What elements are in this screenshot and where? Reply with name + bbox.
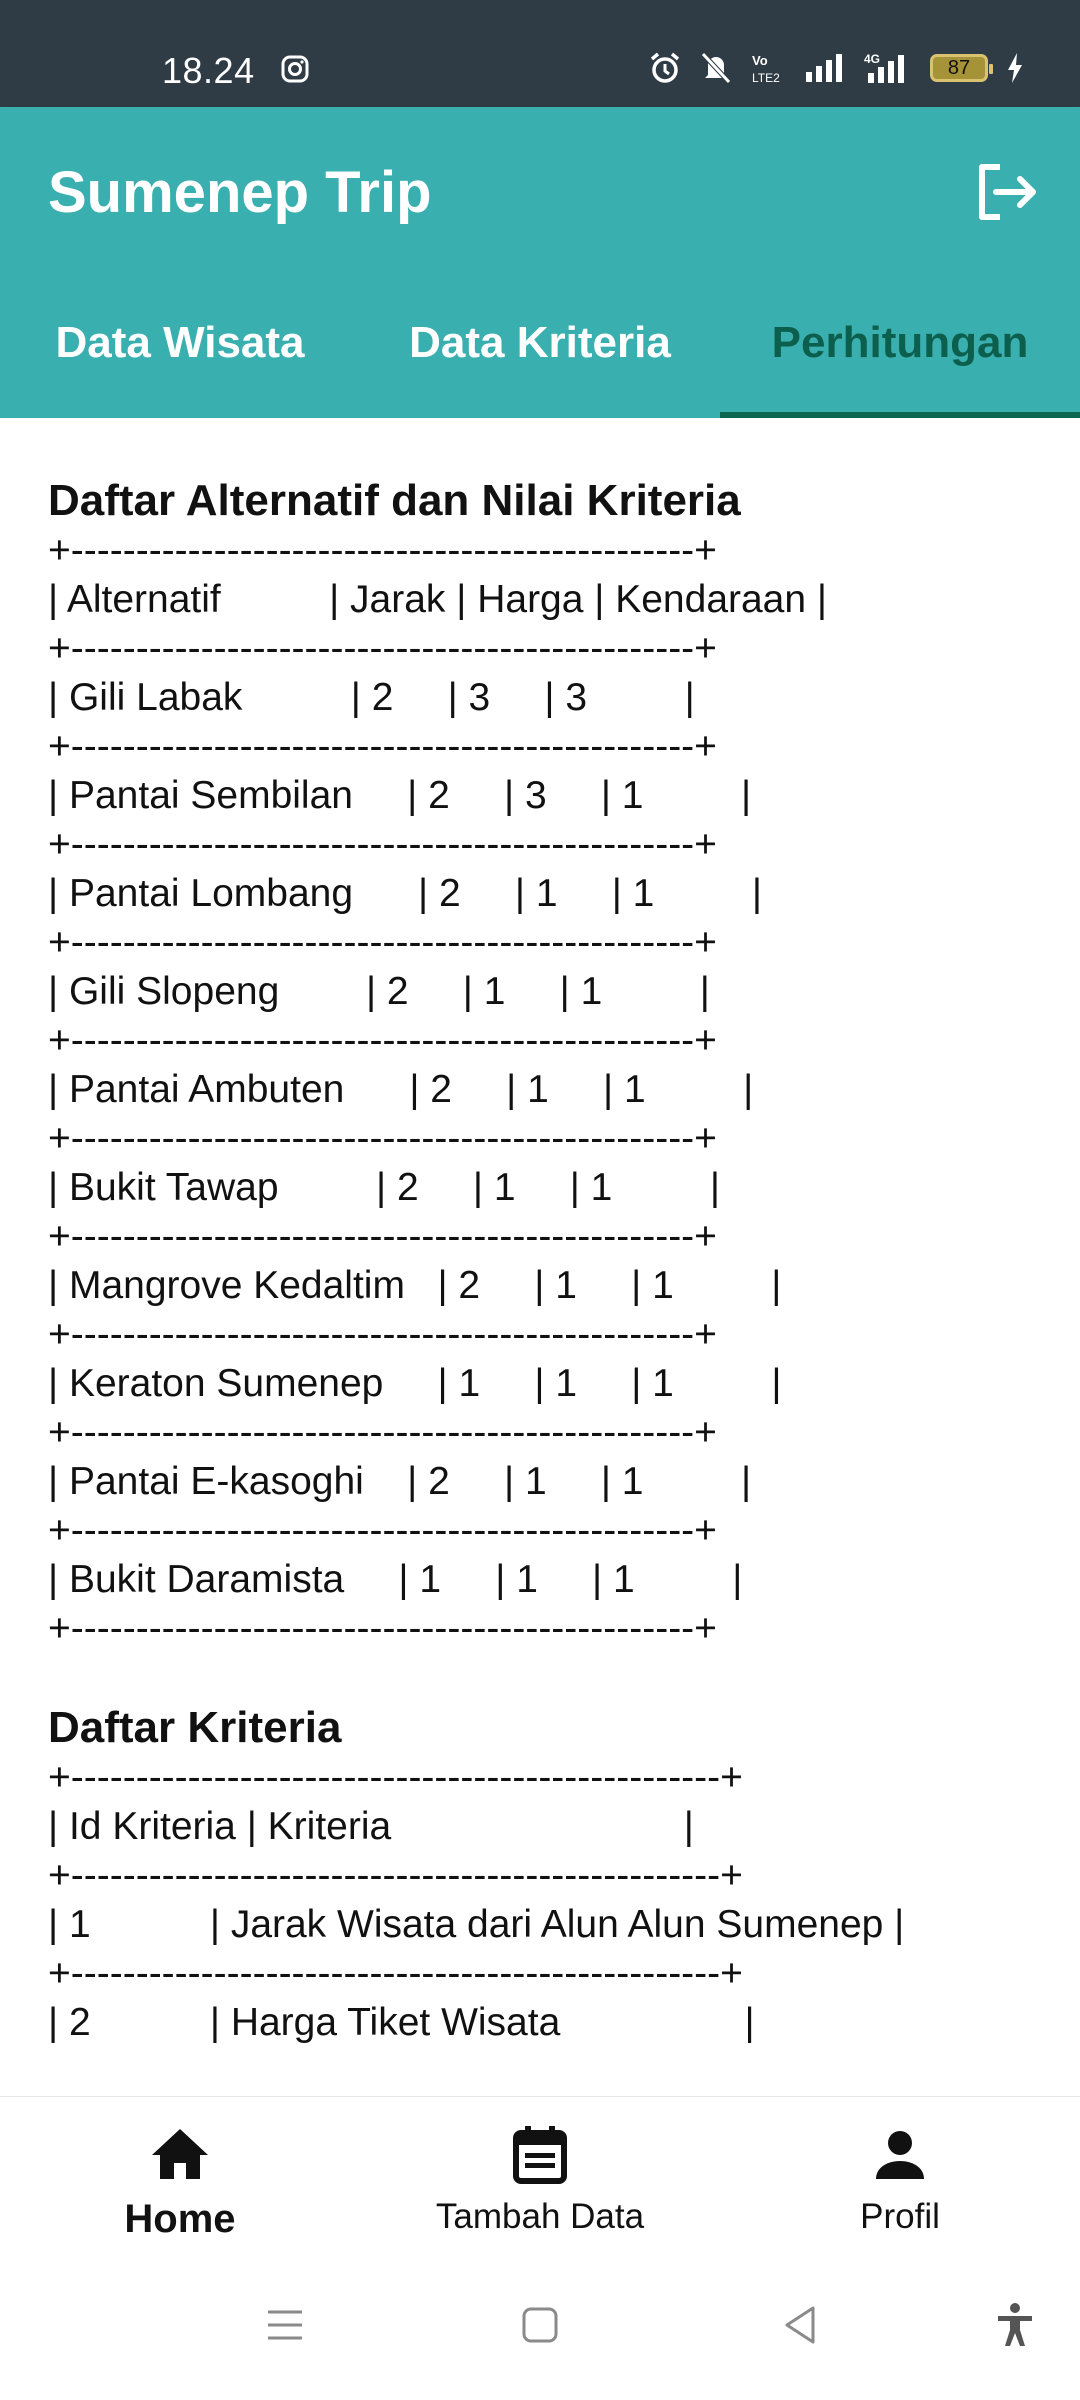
tab-data-wisata[interactable]: Data Wisata bbox=[0, 275, 360, 418]
status-icons: Vo LTE2 4G 87 bbox=[648, 48, 1024, 88]
table-row: | Pantai Ambuten | 2 | 1 | 1 | bbox=[48, 1068, 754, 1111]
app-bar: Sumenep Trip bbox=[0, 107, 1080, 275]
table-border-line: +---------------------------------------… bbox=[48, 1509, 717, 1552]
bottom-nav: Home Tambah Data Profil bbox=[0, 2096, 1080, 2257]
table-row: | Bukit Tawap | 2 | 1 | 1 | bbox=[48, 1166, 721, 1209]
tab-perhitungan[interactable]: Perhitungan bbox=[720, 275, 1080, 418]
table-border-line: +---------------------------------------… bbox=[48, 921, 717, 964]
table-row: | 1 | Jarak Wisata dari Alun Alun Sumene… bbox=[48, 1903, 905, 1946]
nav-home-label: Home bbox=[124, 2197, 236, 2241]
status-time: 18.24 bbox=[162, 50, 255, 91]
table-row: | Mangrove Kedaltim | 2 | 1 | 1 | bbox=[48, 1264, 782, 1307]
table-row: | Pantai Sembilan | 2 | 3 | 1 | bbox=[48, 774, 752, 817]
table-row: | Gili Slopeng | 2 | 1 | 1 | bbox=[48, 970, 710, 1013]
table-row: | Bukit Daramista | 1 | 1 | 1 | bbox=[48, 1558, 743, 1601]
system-nav-bar bbox=[0, 2256, 1080, 2400]
app-title: Sumenep Trip bbox=[48, 160, 432, 225]
calendar-icon bbox=[513, 2126, 567, 2184]
table-row: | Gili Labak | 2 | 3 | 3 | bbox=[48, 676, 695, 719]
volte-icon: Vo LTE2 bbox=[752, 53, 780, 85]
table-border-line: +---------------------------------------… bbox=[48, 1215, 717, 1258]
mute-icon bbox=[701, 52, 731, 84]
table-border-line: +---------------------------------------… bbox=[48, 725, 717, 768]
status-bar: 18.24 Vo LTE2 4G 87 bbox=[0, 0, 1080, 107]
tab-bar: Data Wisata Data Kriteria Perhitungan bbox=[0, 275, 1080, 418]
nav-profil-label: Profil bbox=[860, 2197, 940, 2236]
criteria-title: Daftar Kriteria bbox=[48, 1703, 342, 1752]
table-border-line: +---------------------------------------… bbox=[48, 1313, 717, 1356]
table-row: | Pantai E-kasoghi | 2 | 1 | 1 | bbox=[48, 1460, 752, 1503]
svg-text:Vo: Vo bbox=[752, 53, 768, 68]
table-border-line: +---------------------------------------… bbox=[48, 1756, 743, 1799]
alternatives-table: +---------------------------------------… bbox=[0, 526, 1080, 1653]
nav-tambah-data[interactable]: Tambah Data bbox=[360, 2097, 720, 2257]
table-border-line: +---------------------------------------… bbox=[48, 1019, 717, 1062]
menu-icon[interactable] bbox=[260, 2300, 310, 2350]
table-border-line: +---------------------------------------… bbox=[48, 1854, 743, 1897]
accessibility-icon[interactable] bbox=[990, 2300, 1040, 2350]
alarm-icon bbox=[650, 52, 680, 83]
person-icon bbox=[876, 2131, 924, 2179]
criteria-table: +---------------------------------------… bbox=[0, 1753, 1080, 2047]
back-icon[interactable] bbox=[775, 2300, 825, 2350]
logout-icon[interactable] bbox=[970, 157, 1040, 227]
instagram-icon bbox=[281, 55, 309, 83]
table-border-line: +---------------------------------------… bbox=[48, 1117, 717, 1160]
table-border-line: +---------------------------------------… bbox=[48, 823, 717, 866]
table-row: | Keraton Sumenep | 1 | 1 | 1 | bbox=[48, 1362, 782, 1405]
nav-home[interactable]: Home bbox=[0, 2097, 360, 2257]
nav-profil[interactable]: Profil bbox=[720, 2097, 1080, 2257]
charging-icon bbox=[1008, 53, 1022, 83]
4g-signal-icon: 4G bbox=[864, 52, 904, 83]
table-border-line: +---------------------------------------… bbox=[48, 1607, 717, 1650]
table-border-line: +---------------------------------------… bbox=[48, 1411, 717, 1454]
home-icon bbox=[152, 2129, 208, 2179]
table-row: | Pantai Lombang | 2 | 1 | 1 | bbox=[48, 872, 762, 915]
table-row: | 2 | Harga Tiket Wisata | bbox=[48, 2001, 755, 2044]
table-row: | Id Kriteria | Kriteria | bbox=[48, 1805, 694, 1848]
nav-tambah-data-label: Tambah Data bbox=[435, 2197, 645, 2236]
table-border-line: +---------------------------------------… bbox=[48, 1952, 743, 1995]
table-row: | Alternatif | Jarak | Harga | Kendaraan… bbox=[48, 578, 828, 621]
signal-icon bbox=[806, 54, 842, 82]
tab-data-kriteria[interactable]: Data Kriteria bbox=[360, 275, 720, 418]
table-border-line: +---------------------------------------… bbox=[48, 627, 717, 670]
home-square-icon[interactable] bbox=[515, 2300, 565, 2350]
perhitungan-content[interactable]: Daftar Alternatif dan Nilai Kriteria +--… bbox=[0, 418, 1080, 2053]
table-border-line: +---------------------------------------… bbox=[48, 529, 717, 572]
svg-text:4G: 4G bbox=[864, 52, 880, 66]
battery-icon: 87 bbox=[930, 54, 993, 82]
svg-text:LTE2: LTE2 bbox=[752, 71, 780, 85]
alternatives-title: Daftar Alternatif dan Nilai Kriteria bbox=[48, 476, 741, 525]
